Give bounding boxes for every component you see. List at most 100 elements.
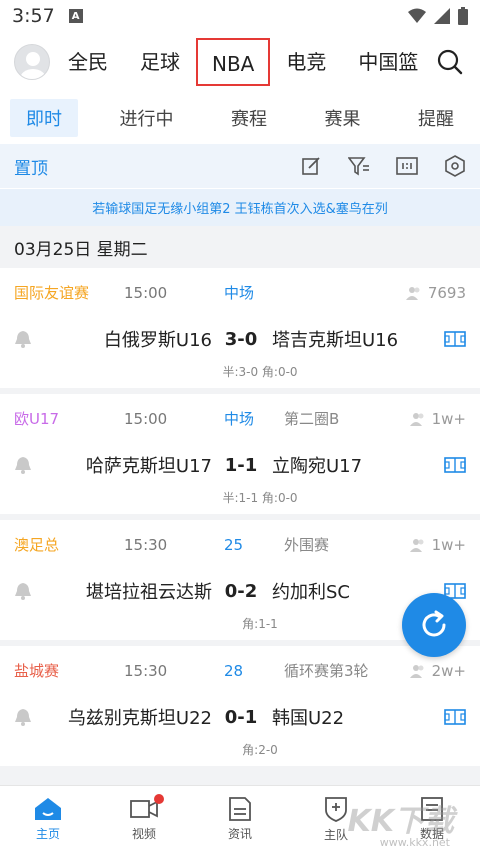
league-label: 国际友谊赛 [14,284,90,302]
search-icon [437,49,463,75]
subtab-results[interactable]: 赛果 [309,99,377,137]
pitch-icon[interactable] [444,457,466,473]
people-icon [405,286,420,300]
subtab-reminders[interactable]: 提醒 [402,99,470,137]
edit-button[interactable] [300,155,322,177]
people-icon [409,538,424,552]
league-label: 澳足总 [14,536,60,554]
match-detail: 半:1-1 角:0-0 [222,491,298,505]
status-bar: 3:57 A [0,0,480,32]
match-status: 25 [224,535,244,554]
away-team: 约加利SC [272,582,350,603]
subtab-ongoing[interactable]: 进行中 [104,99,190,137]
notification-a-icon: A [68,9,83,23]
match-score: 3-0 [224,328,258,350]
status-time: 3:57 [12,5,55,27]
bell-icon[interactable] [14,456,32,474]
match-time: 15:00 [124,283,168,302]
match-detail: 角:2-0 [242,743,278,757]
match-row[interactable]: 欧U17 15:00 中场 第二圈B 1w+ 哈萨克斯坦U17 1-1 立陶宛U… [0,394,480,514]
toolbar: 置顶 [0,144,480,188]
away-team: 韩国U22 [272,708,345,729]
notification-dot [154,794,164,804]
match-status: 中场 [224,410,255,428]
league-label: 盐城赛 [14,662,60,680]
bell-icon[interactable] [14,582,32,600]
viewer-count: 1w+ [409,535,466,554]
tab-football[interactable]: 足球 [124,38,196,86]
status-tabs: 即时 进行中 赛程 赛果 提醒 [0,92,480,144]
settings-button[interactable] [444,155,466,177]
match-round: 外围赛 [284,536,330,554]
edit-icon [302,157,320,175]
subtab-live[interactable]: 即时 [10,99,78,137]
match-round: 第二圈B [284,410,340,428]
away-team: 立陶宛U17 [272,456,363,477]
subtab-schedule[interactable]: 赛程 [215,99,283,137]
toolbar-tools [300,155,466,177]
bell-icon[interactable] [14,330,32,348]
scoreboard-icon [396,157,418,175]
match-status: 28 [224,661,244,680]
score-board-button[interactable] [396,155,418,177]
tab-all[interactable]: 全民 [68,38,124,86]
filter-button[interactable] [348,155,370,177]
nav-news-label: 资讯 [227,827,252,841]
match-row[interactable]: 国际友谊赛 15:00 中场 7693 白俄罗斯U16 3-0 塔吉克斯坦U16… [0,268,480,388]
people-icon [409,664,424,678]
bell-icon[interactable] [14,708,32,726]
people-icon [409,412,424,426]
refresh-button[interactable] [402,593,466,657]
viewer-count: 7693 [405,283,466,302]
battery-icon [458,7,468,25]
match-score: 0-1 [224,706,258,728]
filter-icon [348,157,369,176]
news-icon [229,797,251,821]
status-right [408,7,468,25]
match-row[interactable]: 盐城赛 15:30 28 循环赛第3轮 2w+ 乌兹别克斯坦U22 0-1 韩国… [0,646,480,766]
refresh-icon [422,610,446,637]
nav-home-label: 主页 [35,827,60,841]
match-time: 15:00 [124,409,168,428]
viewer-count: 1w+ [409,409,466,428]
home-icon [35,798,61,820]
nav-video[interactable]: 视频 [96,786,192,853]
search-button[interactable] [420,32,480,92]
match-time: 15:30 [124,661,168,680]
news-banner[interactable]: 若输球国足无缘小组第2 王钰栋首次入选&塞鸟在列 [0,188,480,226]
match-list: 国际友谊赛 15:00 中场 7693 白俄罗斯U16 3-0 塔吉克斯坦U16… [0,268,480,766]
viewer-count-value: 2w+ [431,661,466,680]
match-score: 1-1 [224,454,258,476]
league-label: 欧U17 [14,410,60,428]
match-detail: 半:3-0 角:0-0 [222,365,298,379]
away-team: 塔吉克斯坦U16 [272,330,399,351]
viewer-count-value: 7693 [427,283,466,302]
signal-icon [434,8,450,24]
home-team: 哈萨克斯坦U17 [85,456,212,477]
nav-news[interactable]: 资讯 [192,786,288,853]
pin-top-button[interactable]: 置顶 [14,154,48,179]
date-header: 03月25日 星期二 [0,226,480,268]
top-nav: 全民 足球 NBA 电竞 中国篮 [0,32,480,92]
match-round: 循环赛第3轮 [284,662,369,680]
tab-cba[interactable]: 中国篮 [342,38,420,86]
viewer-count-value: 1w+ [431,409,466,428]
match-time: 15:30 [124,535,168,554]
home-team: 堪培拉祖云达斯 [86,582,212,603]
team-icon [325,797,347,822]
viewer-count-value: 1w+ [431,535,466,554]
match-score: 0-2 [224,580,258,602]
pitch-icon[interactable] [444,331,466,347]
match-status: 中场 [224,284,255,302]
home-team: 白俄罗斯U16 [103,330,212,351]
nav-home[interactable]: 主页 [0,786,96,853]
tab-nba[interactable]: NBA [196,38,271,86]
avatar[interactable] [14,44,50,80]
home-team: 乌兹别克斯坦U22 [67,708,212,729]
pitch-icon[interactable] [444,709,466,725]
tab-esports[interactable]: 电竞 [270,38,342,86]
nav-video-label: 视频 [131,827,156,841]
watermark-url: www.kkx.net [379,836,450,849]
wifi-icon [408,8,426,23]
gear-icon [445,155,465,177]
